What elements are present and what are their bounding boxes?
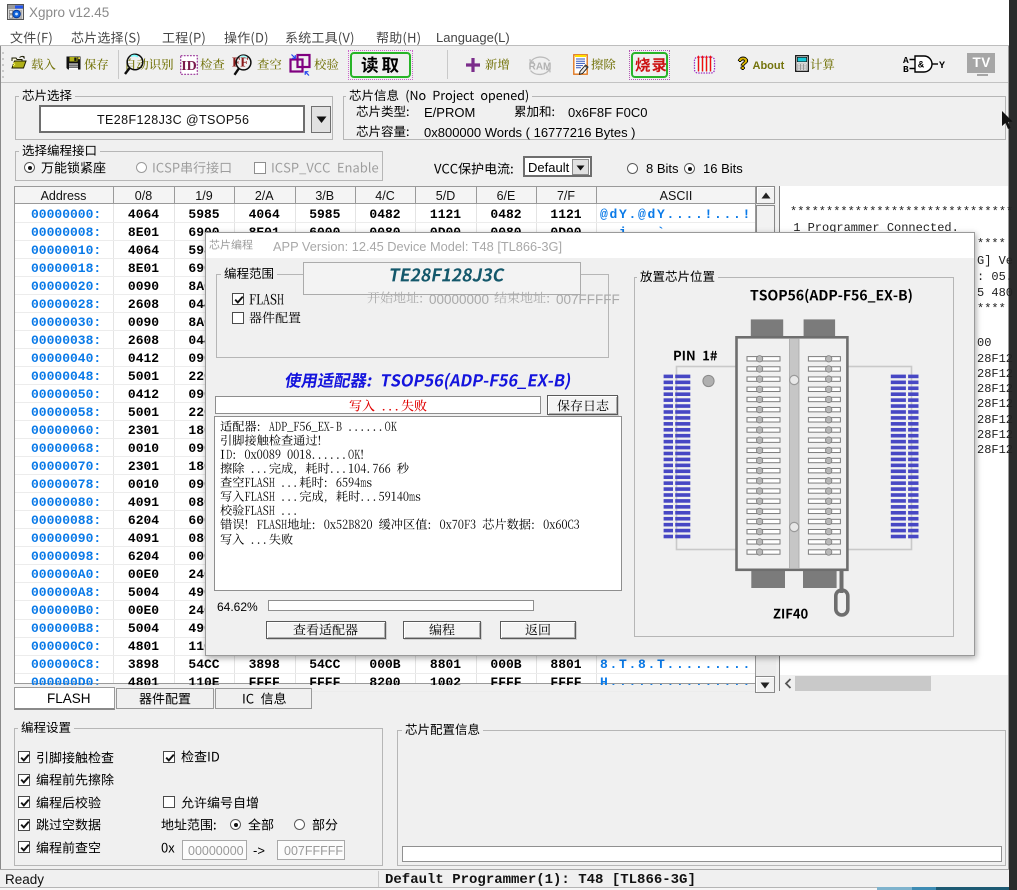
svg-text:RAM: RAM	[529, 62, 552, 73]
svg-text:Y: Y	[939, 61, 945, 72]
svg-text:B: B	[903, 64, 909, 73]
svg-text:ID: ID	[181, 59, 197, 74]
svg-text:&: &	[918, 61, 924, 72]
